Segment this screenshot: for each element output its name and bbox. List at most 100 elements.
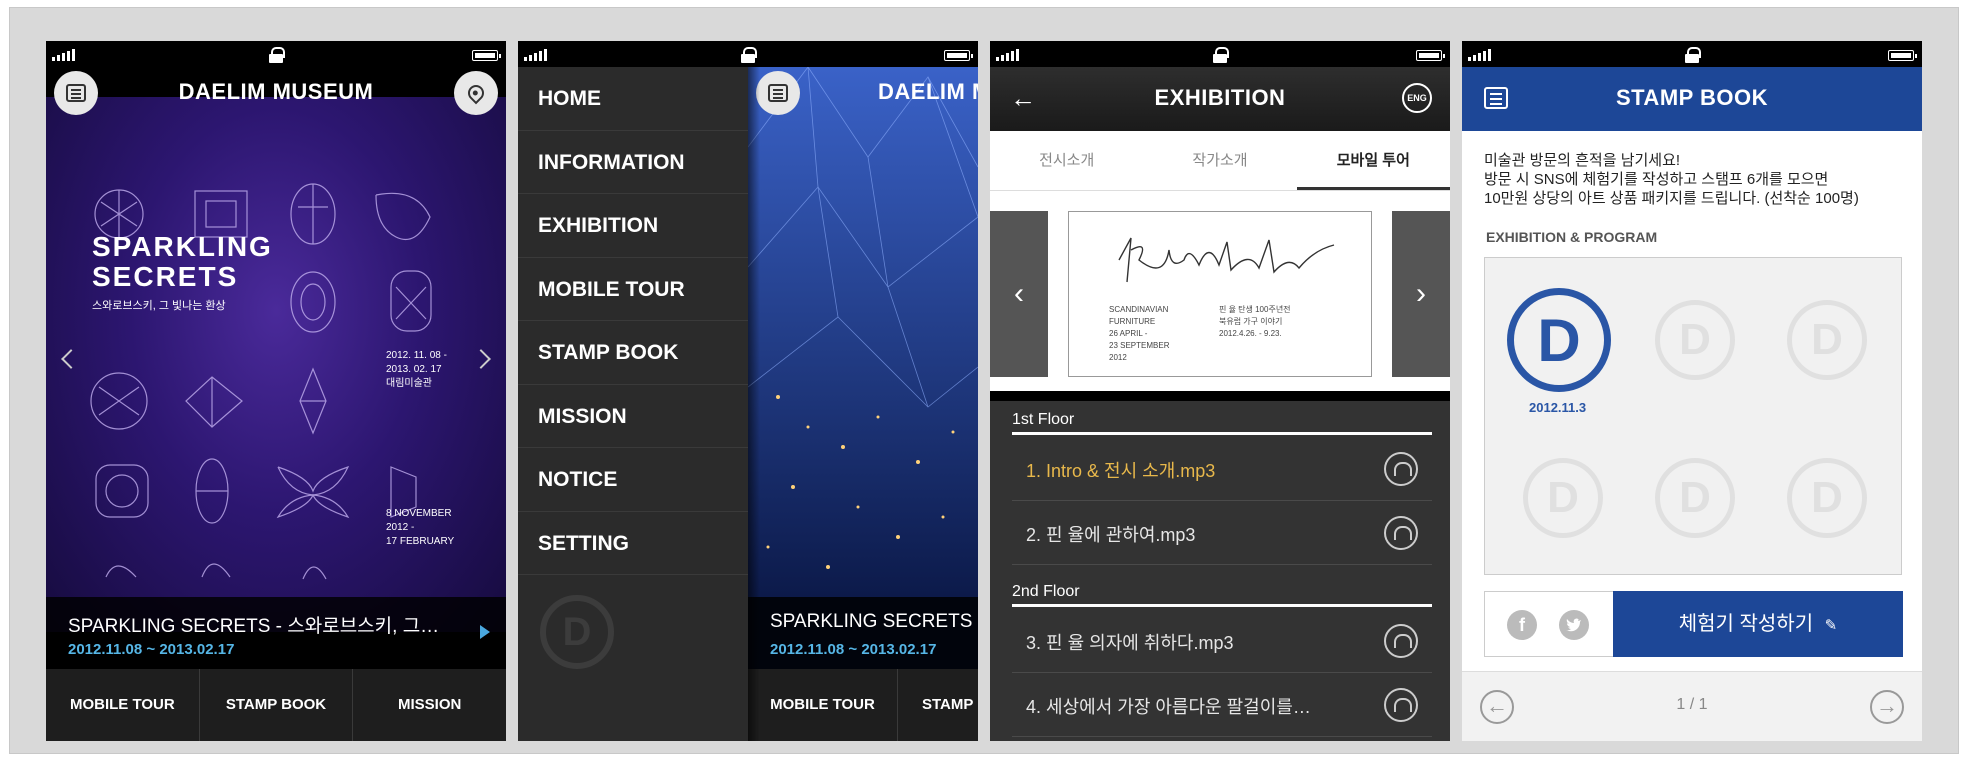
phone-stamp-book: STAMP BOOK 미술관 방문의 흔적을 남기세요! 방문 시 SNS에 체… bbox=[1462, 41, 1922, 741]
tab-mobile-tour-behind: MOBILE TOUR bbox=[748, 669, 898, 741]
menu-shadow bbox=[748, 67, 760, 741]
menu-item-information[interactable]: INFORMATION bbox=[518, 131, 748, 194]
signal-icon bbox=[52, 49, 75, 61]
poster-subtitle: 스와로브스키, 그 빛나는 환상 bbox=[92, 300, 226, 312]
menu-item-home[interactable]: HOME bbox=[518, 67, 748, 131]
empty-stamp-slot: D bbox=[1787, 300, 1867, 380]
intro-line-3: 10만원 상당의 아트 상품 패키지를 드립니다. (선착순 100명) bbox=[1484, 190, 1859, 207]
menu-item-notice[interactable]: NOTICE bbox=[518, 448, 748, 512]
tab-exhibition-intro[interactable]: 전시소개 bbox=[990, 131, 1143, 190]
phone-menu: DAELIM M SPARKLING SECRETS - 2012.11.08 … bbox=[518, 41, 978, 741]
track-row[interactable]: 3. 핀 율 의자에 취하다.mp3 bbox=[1012, 609, 1432, 673]
featured-title: SPARKLING SECRETS - 스와로브스키, 그… bbox=[68, 616, 440, 637]
crystal-installation-image bbox=[748, 67, 978, 597]
signal-icon bbox=[524, 49, 547, 61]
lock-icon bbox=[1213, 47, 1229, 63]
battery-icon bbox=[472, 50, 501, 61]
slider-next-button[interactable]: › bbox=[1392, 211, 1450, 377]
stamp-grid: D 2012.11.3 D D D D D bbox=[1484, 257, 1902, 575]
menu-item-mission[interactable]: MISSION bbox=[518, 385, 748, 448]
headphone-icon[interactable] bbox=[1384, 688, 1418, 722]
back-arrow-icon[interactable]: ← bbox=[1010, 85, 1036, 111]
tab-mobile-tour[interactable]: 모바일 투어 bbox=[1296, 131, 1450, 190]
featured-exhibition-bar[interactable]: SPARKLING SECRETS - 스와로브스키, 그… 2012.11.0… bbox=[46, 597, 506, 669]
track-title: 1. Intro & 전시 소개.mp3 bbox=[1026, 461, 1216, 481]
section-title: EXHIBITION & PROGRAM bbox=[1486, 229, 1658, 245]
list-icon[interactable] bbox=[1484, 87, 1508, 109]
featured-dates-behind: 2012.11.08 ~ 2013.02.17 bbox=[770, 641, 937, 658]
empty-stamp-slot: D bbox=[1787, 458, 1867, 538]
intro-line-2: 방문 시 SNS에 체험기를 작성하고 스탬프 6개를 모으면 bbox=[1484, 171, 1829, 188]
next-page-button[interactable]: → bbox=[1870, 690, 1904, 724]
empty-stamp-slot: D bbox=[1655, 300, 1735, 380]
exhibition-card[interactable]: SCANDINAVIAN FURNITURE 26 APRIL - 23 SEP… bbox=[1068, 211, 1372, 377]
phone-home: SPARKLING SECRETS 스와로브스키, 그 빛나는 환상 2012.… bbox=[46, 41, 506, 741]
twitter-icon[interactable] bbox=[1559, 610, 1589, 640]
bottom-tab-bar: MOBILE TOUR STAMP BOOK MISSION bbox=[46, 669, 506, 741]
menu-item-exhibition[interactable]: EXHIBITION bbox=[518, 194, 748, 258]
facebook-icon[interactable]: f bbox=[1507, 610, 1537, 640]
prev-page-button[interactable]: ← bbox=[1480, 690, 1514, 724]
phone-exhibition: ← EXHIBITION ENG 전시소개 작가소개 모바일 투어 ‹ SCAN… bbox=[990, 41, 1450, 741]
headphone-icon[interactable] bbox=[1384, 516, 1418, 550]
list-icon bbox=[66, 84, 86, 102]
app-title-behind: DAELIM M bbox=[878, 79, 978, 104]
floor-label-2: 2nd Floor bbox=[1012, 583, 1432, 607]
lock-icon bbox=[269, 47, 285, 63]
stamp-book-header: STAMP BOOK bbox=[1462, 67, 1922, 131]
track-title: 3. 핀 율 의자에 취하다.mp3 bbox=[1026, 633, 1234, 653]
intro-line-1: 미술관 방문의 흔적을 남기세요! bbox=[1484, 152, 1681, 169]
featured-dates: 2012.11.08 ~ 2013.02.17 bbox=[68, 641, 235, 658]
battery-icon bbox=[1888, 50, 1917, 61]
location-button[interactable] bbox=[454, 71, 498, 115]
signature-graphic bbox=[1118, 237, 1335, 283]
tab-artist-intro[interactable]: 작가소개 bbox=[1143, 131, 1296, 190]
menu-item-setting[interactable]: SETTING bbox=[518, 512, 748, 575]
language-toggle-button[interactable]: ENG bbox=[1402, 83, 1432, 113]
exhibition-tabs: 전시소개 작가소개 모바일 투어 bbox=[990, 131, 1450, 191]
track-row[interactable]: 4. 세상에서 가장 아름다운 팔걸이를… bbox=[1012, 673, 1432, 737]
menu-item-mobile-tour[interactable]: MOBILE TOUR bbox=[518, 258, 748, 321]
featured-title-behind: SPARKLING SECRETS - bbox=[770, 611, 978, 632]
tab-stamp-book[interactable]: STAMP BOOK bbox=[200, 669, 354, 741]
stamp-book-body: 미술관 방문의 흔적을 남기세요! 방문 시 SNS에 체험기를 작성하고 스탬… bbox=[1462, 131, 1922, 741]
tab-stamp-behind: STAMP bbox=[922, 696, 974, 713]
exhibition-slider: ‹ SCANDINAVIAN FURNITURE 26 APRIL - 23 S… bbox=[990, 191, 1450, 391]
signal-icon bbox=[1468, 49, 1491, 61]
page-indicator: 1 / 1 bbox=[1676, 696, 1708, 713]
screenshot-frame: SPARKLING SECRETS 스와로브스키, 그 빛나는 환상 2012.… bbox=[9, 7, 1959, 754]
exhibition-poster[interactable]: SPARKLING SECRETS 스와로브스키, 그 빛나는 환상 2012.… bbox=[46, 97, 506, 632]
signal-icon bbox=[996, 49, 1019, 61]
menu-button[interactable] bbox=[54, 71, 98, 115]
card-text-en: SCANDINAVIAN FURNITURE 26 APRIL - 23 SEP… bbox=[1109, 305, 1170, 362]
empty-stamp-slot: D bbox=[1655, 458, 1735, 538]
collected-stamp[interactable]: D bbox=[1507, 288, 1611, 392]
battery-icon bbox=[944, 50, 973, 61]
headphone-icon[interactable] bbox=[1384, 452, 1418, 486]
app-title: DAELIM MUSEUM bbox=[178, 79, 374, 104]
tab-mission[interactable]: MISSION bbox=[353, 669, 506, 741]
intro-text: 미술관 방문의 흔적을 남기세요! 방문 시 SNS에 체험기를 작성하고 스탬… bbox=[1484, 151, 1859, 208]
page-title: EXHIBITION bbox=[1154, 85, 1286, 110]
status-bar bbox=[990, 41, 1450, 67]
pencil-icon: ✎ bbox=[1824, 617, 1838, 634]
track-row[interactable]: 1. Intro & 전시 소개.mp3 bbox=[1012, 437, 1432, 501]
slider-prev-button[interactable]: ‹ bbox=[990, 211, 1048, 377]
tab-mobile-tour[interactable]: MOBILE TOUR bbox=[46, 669, 200, 741]
write-review-button[interactable]: 체험기 작성하기 ✎ bbox=[1613, 591, 1903, 657]
status-bar bbox=[518, 41, 978, 67]
play-arrow-icon bbox=[480, 625, 490, 639]
menu-item-stamp-book[interactable]: STAMP BOOK bbox=[518, 321, 748, 385]
lock-icon bbox=[1685, 47, 1701, 63]
headphone-icon[interactable] bbox=[1384, 624, 1418, 658]
battery-icon bbox=[1416, 50, 1445, 61]
poster-headline-1: SPARKLING bbox=[92, 231, 273, 262]
content-behind-menu: DAELIM M SPARKLING SECRETS - 2012.11.08 … bbox=[748, 67, 978, 741]
pagination-footer: ← 1 / 1 → bbox=[1462, 671, 1922, 741]
poster-dates-en: 8 NOVEMBER 2012 - 17 FEBRUARY bbox=[386, 508, 455, 547]
status-bar bbox=[1462, 41, 1922, 67]
stamp-date: 2012.11.3 bbox=[1529, 400, 1587, 415]
floor-label-1: 1st Floor bbox=[1012, 411, 1432, 435]
page-title: STAMP BOOK bbox=[1615, 85, 1769, 110]
track-row[interactable]: 2. 핀 율에 관하여.mp3 bbox=[1012, 501, 1432, 565]
